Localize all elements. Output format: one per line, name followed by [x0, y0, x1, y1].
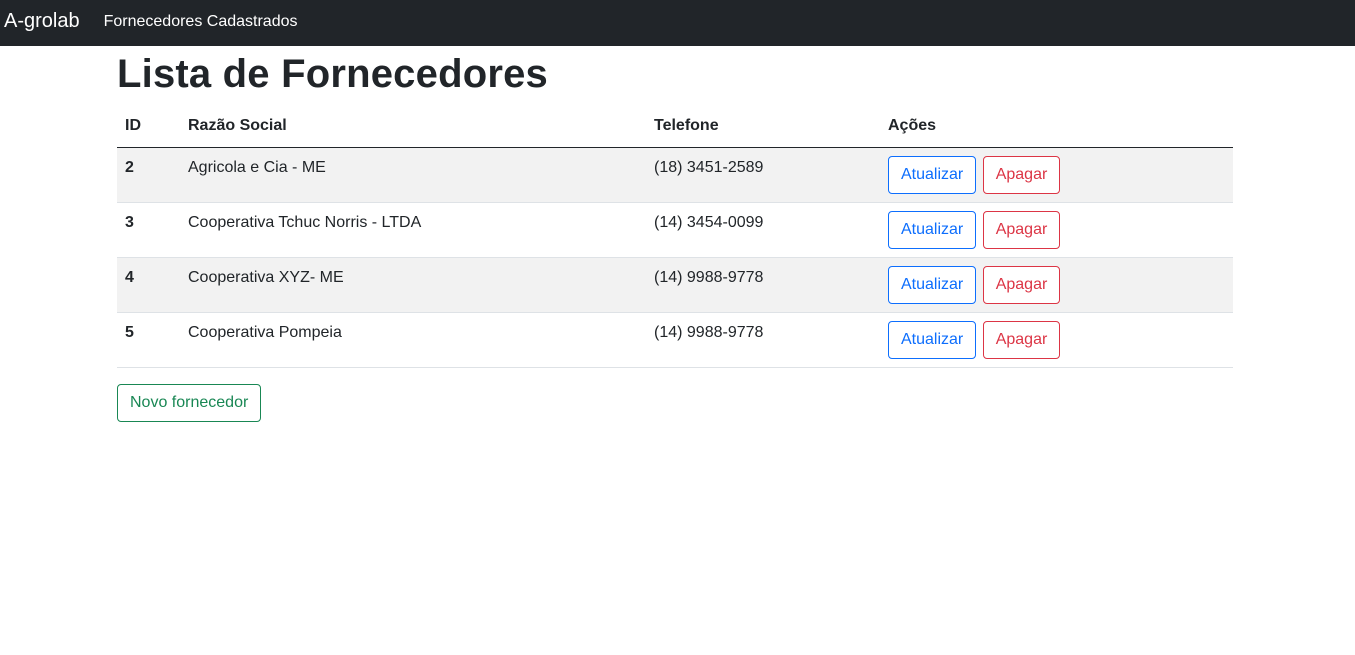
navbar: A-grolab Fornecedores Cadastrados [0, 0, 1355, 46]
cell-actions: Atualizar Apagar [880, 147, 1233, 203]
cell-telefone: (14) 9988-9778 [646, 257, 880, 313]
delete-button[interactable]: Apagar [982, 155, 1061, 194]
delete-button[interactable]: Apagar [982, 320, 1061, 359]
suppliers-table: ID Razão Social Telefone Ações 2 Agricol… [117, 106, 1233, 368]
column-header-acoes: Ações [880, 106, 1233, 148]
cell-razao-social: Cooperativa Tchuc Norris - LTDA [180, 202, 646, 258]
page-title: Lista de Fornecedores [117, 52, 548, 96]
column-header-id: ID [117, 106, 180, 148]
table-row: 4 Cooperativa XYZ- ME (14) 9988-9778 Atu… [117, 257, 1233, 313]
table-body: 2 Agricola e Cia - ME (18) 3451-2589 Atu… [117, 147, 1233, 368]
update-button[interactable]: Atualizar [888, 320, 977, 359]
cell-actions: Atualizar Apagar [880, 202, 1233, 258]
new-supplier-button[interactable]: Novo fornecedor [117, 383, 262, 422]
cell-id: 4 [117, 257, 180, 313]
cell-telefone: (14) 9988-9778 [646, 312, 880, 368]
main-container: Lista de Fornecedores ID Razão Social Te… [117, 46, 1233, 422]
table-header-row: ID Razão Social Telefone Ações [117, 106, 1233, 148]
cell-razao-social: Cooperativa Pompeia [180, 312, 646, 368]
table-row: 5 Cooperativa Pompeia (14) 9988-9778 Atu… [117, 312, 1233, 368]
cell-telefone: (18) 3451-2589 [646, 147, 880, 203]
cell-telefone: (14) 3454-0099 [646, 202, 880, 258]
cell-razao-social: Agricola e Cia - ME [180, 147, 646, 203]
table-row: 3 Cooperativa Tchuc Norris - LTDA (14) 3… [117, 202, 1233, 258]
nav-link-fornecedores[interactable]: Fornecedores Cadastrados [104, 13, 298, 33]
update-button[interactable]: Atualizar [888, 265, 977, 304]
cell-id: 5 [117, 312, 180, 368]
cell-id: 3 [117, 202, 180, 258]
column-header-telefone: Telefone [646, 106, 880, 148]
update-button[interactable]: Atualizar [888, 210, 977, 249]
delete-button[interactable]: Apagar [982, 210, 1061, 249]
table-header: ID Razão Social Telefone Ações [117, 106, 1233, 148]
cell-razao-social: Cooperativa XYZ- ME [180, 257, 646, 313]
update-button[interactable]: Atualizar [888, 155, 977, 194]
cell-actions: Atualizar Apagar [880, 312, 1233, 368]
navbar-brand[interactable]: A-grolab [4, 10, 80, 37]
delete-button[interactable]: Apagar [982, 265, 1061, 304]
table-row: 2 Agricola e Cia - ME (18) 3451-2589 Atu… [117, 147, 1233, 203]
cell-actions: Atualizar Apagar [880, 257, 1233, 313]
cell-id: 2 [117, 147, 180, 203]
column-header-razao-social: Razão Social [180, 106, 646, 148]
